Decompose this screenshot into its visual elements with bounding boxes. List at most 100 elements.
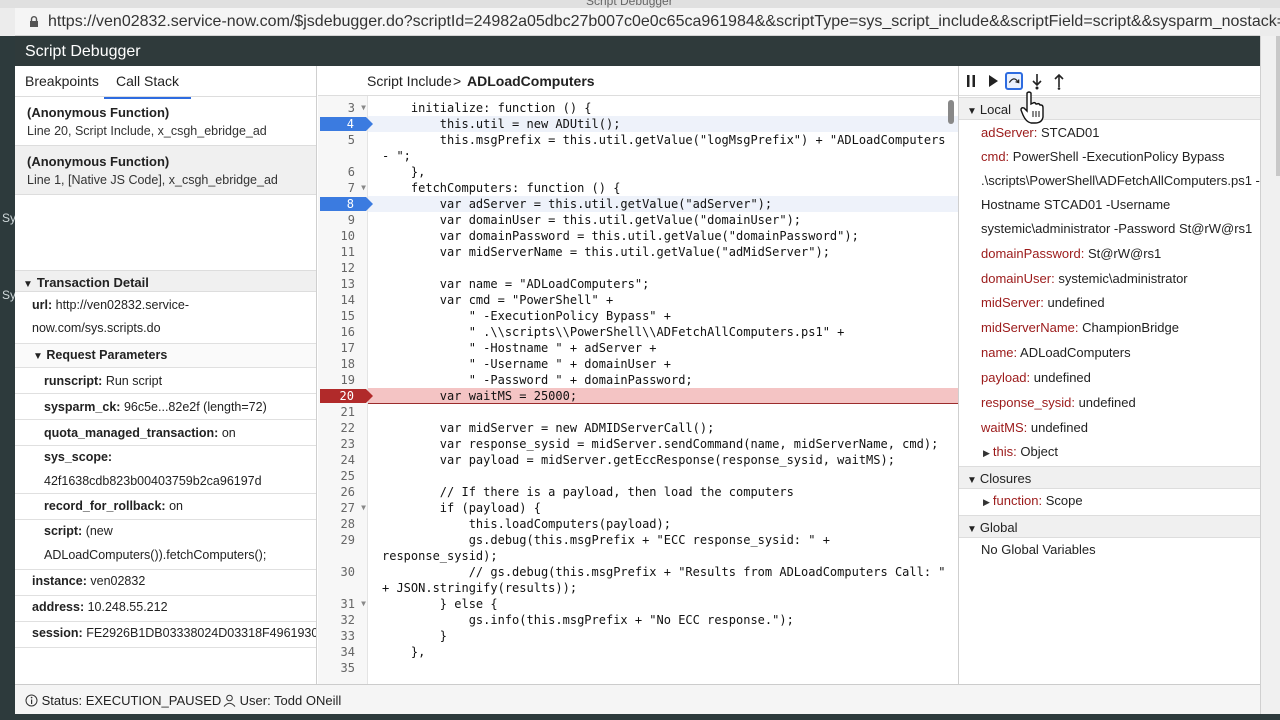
line-number[interactable]: 7 ▼	[318, 180, 368, 196]
line-number[interactable]: 15	[318, 308, 368, 324]
code-line[interactable]: " -ExecutionPolicy Bypass" +	[382, 308, 671, 324]
line-number[interactable]: 20	[318, 388, 373, 404]
code-line[interactable]: }	[382, 628, 447, 644]
code-editor[interactable]: 3 ▼ 4 5 6 7 ▼ 8 9 10 11 12 13 14 15 16 17 18 19 20 21 22 23 24 2…	[318, 96, 958, 684]
line-number[interactable]: 34	[318, 644, 368, 660]
scope-variable[interactable]: waitMS: undefined	[981, 420, 1088, 435]
scope-variable-expandable[interactable]: ▶ this: Object	[983, 444, 1058, 459]
line-number[interactable]: 35	[318, 660, 368, 676]
fold-toggle-icon[interactable]: ▼	[361, 596, 366, 612]
line-number[interactable]: 25	[318, 468, 368, 484]
line-number[interactable]: 8	[318, 196, 373, 212]
scope-variable[interactable]: systemic\administrator -Password St@rW@r…	[981, 221, 1252, 236]
line-number[interactable]: 30	[318, 564, 368, 580]
code-line[interactable]: this.util = new ADUtil();	[382, 116, 621, 132]
code-line[interactable]: var payload = midServer.getEccResponse(r…	[382, 452, 895, 468]
code-line[interactable]: " -Hostname " + adServer +	[382, 340, 657, 356]
current-breakpoint-marker[interactable]: 20	[320, 388, 374, 404]
line-number[interactable]: 26	[318, 484, 368, 500]
code-line[interactable]: " .\\scripts\\PowerShell\\ADFetchAllComp…	[382, 324, 845, 340]
code-line[interactable]: var domainPassword = this.util.getValue(…	[382, 228, 859, 244]
scope-variable[interactable]: midServerName: ChampionBridge	[981, 320, 1179, 335]
code-line[interactable]: response_sysid);	[382, 548, 498, 564]
breakpoint-marker[interactable]: 8	[320, 196, 374, 212]
code-line[interactable]: // gs.debug(this.msgPrefix + "Results fr…	[382, 564, 946, 580]
line-number[interactable]: 17	[318, 340, 368, 356]
line-number[interactable]: 11	[318, 244, 368, 260]
fold-toggle-icon[interactable]: ▼	[361, 500, 366, 516]
code-line[interactable]: - ";	[382, 148, 411, 164]
code-line[interactable]: },	[382, 644, 425, 660]
global-scope-header[interactable]: ▼ Global	[959, 515, 1260, 538]
code-line[interactable]: var cmd = "PowerShell" +	[382, 292, 613, 308]
code-line[interactable]: } else {	[382, 596, 498, 612]
scope-variable[interactable]: adServer: STCAD01	[981, 125, 1100, 140]
line-number[interactable]: 18	[318, 356, 368, 372]
scope-variable[interactable]: payload: undefined	[981, 370, 1091, 385]
step-over-icon[interactable]	[1005, 72, 1023, 90]
line-number[interactable]: 16	[318, 324, 368, 340]
address-bar[interactable]: https://ven02832.service-now.com/$jsdebu…	[15, 8, 1280, 36]
scope-variable[interactable]: Hostname STCAD01 -Username	[981, 197, 1170, 212]
call-stack-frame[interactable]: (Anonymous Function) Line 20, Script Inc…	[15, 97, 316, 146]
code-line[interactable]: gs.info(this.msgPrefix + "No ECC respons…	[382, 612, 794, 628]
line-number[interactable]: 5	[318, 132, 368, 148]
transaction-detail-header[interactable]: ▼ Transaction Detail	[15, 270, 316, 292]
code-line[interactable]: if (payload) {	[382, 500, 541, 516]
line-gutter[interactable]: 3 ▼ 4 5 6 7 ▼ 8 9 10 11 12 13 14 15 16 17 18 19 20 21 22 23 24 2…	[318, 96, 373, 684]
code-line[interactable]: var midServerName = this.util.getValue("…	[382, 244, 830, 260]
code-line[interactable]: },	[382, 164, 425, 180]
line-number[interactable]: 29	[318, 532, 368, 548]
code-line[interactable]: + JSON.stringify(results));	[382, 580, 577, 596]
closures-header[interactable]: ▼ Closures	[959, 466, 1260, 489]
code-line[interactable]: var midServer = new ADMIDServerCall();	[382, 420, 715, 436]
line-number[interactable]: 19	[318, 372, 368, 388]
breakpoint-marker[interactable]: 4	[320, 116, 374, 132]
line-number[interactable]: 13	[318, 276, 368, 292]
scope-variable[interactable]: cmd: PowerShell -ExecutionPolicy Bypass	[981, 149, 1225, 164]
code-line[interactable]: initialize: function () {	[382, 100, 592, 116]
line-number[interactable]: 27 ▼	[318, 500, 368, 516]
code-line[interactable]: " -Password " + domainPassword;	[382, 372, 693, 388]
line-number[interactable]: 9	[318, 212, 368, 228]
url-text[interactable]: https://ven02832.service-now.com/$jsdebu…	[48, 13, 1280, 31]
line-number[interactable]: 32	[318, 612, 368, 628]
local-scope-header[interactable]: ▼ Local	[959, 97, 1260, 120]
tab-call-stack[interactable]: Call Stack	[103, 73, 192, 99]
code-line[interactable]: this.msgPrefix = this.util.getValue("log…	[382, 132, 946, 148]
code-line[interactable]: var response_sysid = midServer.sendComma…	[382, 436, 939, 452]
line-number[interactable]: 6	[318, 164, 368, 180]
resume-icon[interactable]	[984, 72, 1002, 90]
line-number[interactable]	[318, 148, 368, 164]
pause-icon[interactable]	[962, 72, 980, 90]
line-number[interactable]: 28	[318, 516, 368, 532]
line-number[interactable]: 24	[318, 452, 368, 468]
step-out-icon[interactable]	[1050, 72, 1068, 90]
closure-item[interactable]: ▶ function: Scope	[983, 493, 1083, 508]
line-number[interactable]: 14	[318, 292, 368, 308]
request-parameters-header[interactable]: ▼ Request Parameters	[15, 344, 316, 368]
tx-url-value[interactable]: http://ven02832.service-	[56, 298, 189, 312]
code-line[interactable]: this.loadComputers(payload);	[382, 516, 671, 532]
call-stack-frame[interactable]: (Anonymous Function) Line 1, [Native JS …	[15, 146, 316, 195]
line-number[interactable]	[318, 548, 368, 564]
page-scrollbar[interactable]	[1276, 36, 1280, 176]
line-number[interactable]: 22	[318, 420, 368, 436]
code-line[interactable]: fetchComputers: function () {	[382, 180, 621, 196]
line-number[interactable]: 23	[318, 436, 368, 452]
fold-toggle-icon[interactable]: ▼	[361, 100, 366, 116]
scope-variable[interactable]: name: ADLoadComputers	[981, 345, 1131, 360]
scope-variable[interactable]: response_sysid: undefined	[981, 395, 1136, 410]
code-scrollbar[interactable]	[948, 100, 954, 124]
line-number[interactable]: 10	[318, 228, 368, 244]
code-line[interactable]: var name = "ADLoadComputers";	[382, 276, 650, 292]
step-into-icon[interactable]	[1028, 72, 1046, 90]
line-number[interactable]: 31 ▼	[318, 596, 368, 612]
line-number[interactable]: 12	[318, 260, 368, 276]
code-line[interactable]: var adServer = this.util.getValue("adSer…	[382, 196, 772, 212]
code-line[interactable]: gs.debug(this.msgPrefix + "ECC response_…	[382, 532, 830, 548]
line-number[interactable]: 21	[318, 404, 368, 420]
code-line[interactable]: // If there is a payload, then load the …	[382, 484, 794, 500]
scope-variable[interactable]: domainPassword: St@rW@rs1	[981, 246, 1161, 261]
line-number[interactable]	[318, 580, 368, 596]
